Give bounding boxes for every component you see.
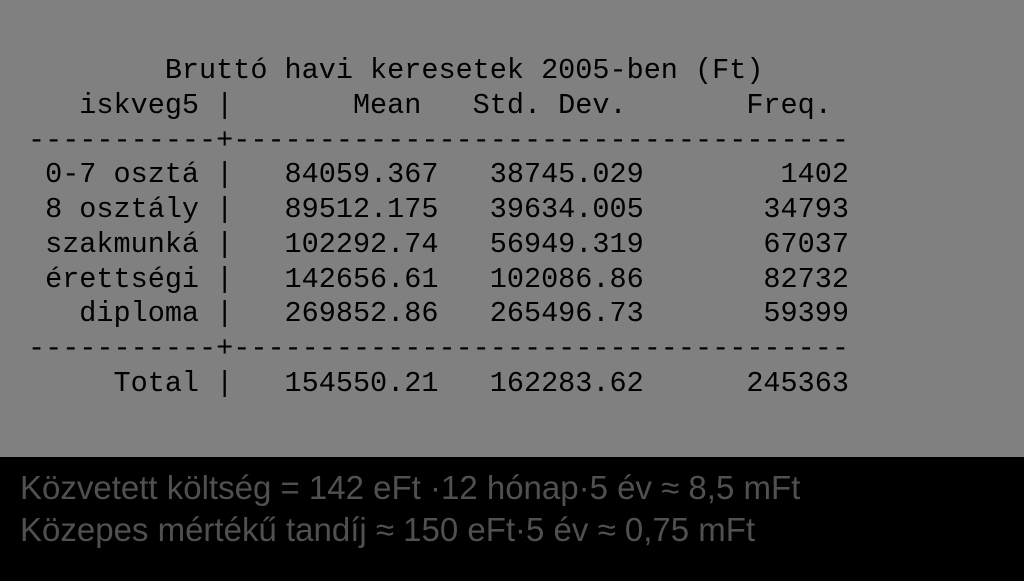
table-row: érettségi | 142656.61 102086.86 82732 [28, 263, 849, 296]
table-row: 0-7 osztá | 84059.367 38745.029 1402 [28, 158, 849, 191]
table-divider: -----------+----------------------------… [28, 124, 849, 157]
caption-line-2: Közepes mértékű tandíj ≈ 150 eFt·5 év ≈ … [20, 509, 1004, 551]
stats-table: Bruttó havi keresetek 2005-ben (Ft) iskv… [28, 54, 849, 402]
table-divider: -----------+----------------------------… [28, 332, 849, 365]
caption-panel: Közvetett költség = 142 eFt ·12 hónap·5 … [0, 457, 1024, 581]
table-total: Total | 154550.21 162283.62 245363 [28, 367, 849, 400]
table-row: szakmunká | 102292.74 56949.319 67037 [28, 228, 849, 261]
table-row: diploma | 269852.86 265496.73 59399 [28, 297, 849, 330]
stats-table-panel: Bruttó havi keresetek 2005-ben (Ft) iskv… [0, 0, 1024, 457]
caption-line-1: Közvetett költség = 142 eFt ·12 hónap·5 … [20, 467, 1004, 509]
table-row: 8 osztály | 89512.175 39634.005 34793 [28, 193, 849, 226]
table-title: Bruttó havi keresetek 2005-ben (Ft) [28, 54, 763, 87]
table-header: iskveg5 | Mean Std. Dev. Freq. [28, 89, 832, 122]
